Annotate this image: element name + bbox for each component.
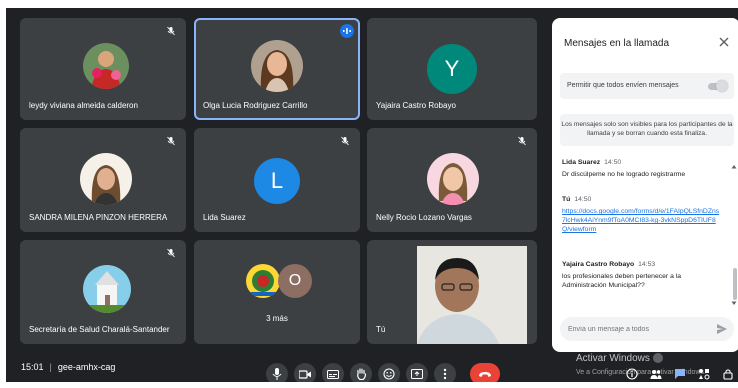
more-participants-label: 3 más [266, 314, 288, 323]
self-view-tile[interactable]: Tú [367, 240, 537, 344]
people-icon[interactable] [650, 368, 662, 380]
chat-scrollbar[interactable] [733, 268, 737, 300]
emoji-button[interactable] [378, 363, 400, 382]
participant-tile-active[interactable]: Olga Lucia Rodriguez Carrillo [194, 18, 360, 120]
hang-up-icon [479, 371, 491, 377]
camera-icon [299, 369, 311, 379]
message-time: 14:50 [604, 159, 622, 166]
participant-avatar [251, 40, 303, 92]
meeting-time: 15:01 [21, 362, 44, 372]
present-icon [411, 369, 423, 379]
chat-compose [560, 317, 734, 341]
windows-activation-title: Activar Windows [576, 353, 663, 364]
raise-hand-icon [356, 368, 366, 380]
separator: | [49, 362, 52, 372]
chat-notice: Los mensajes solo son visibles para los … [560, 114, 734, 146]
emoji-icon [383, 368, 395, 380]
chat-message-input[interactable] [568, 322, 708, 336]
participant-name: Olga Lucia Rodriguez Carrillo [203, 101, 308, 110]
participant-name: leydy viviana almeida calderon [29, 101, 138, 110]
participant-name: Nelly Rocio Lozano Vargas [376, 213, 472, 222]
camera-button[interactable] [294, 363, 316, 382]
message-sender: Yajaira Castro Robayo [562, 261, 635, 268]
permit-messages-toggle[interactable] [706, 80, 728, 92]
send-icon[interactable] [716, 323, 728, 335]
meeting-code: gee-amhx-cag [57, 362, 116, 372]
chat-icon[interactable] [674, 368, 686, 380]
info-icon[interactable] [626, 368, 638, 380]
self-video [387, 246, 527, 344]
mic-off-icon [341, 136, 349, 146]
windows-activation-text: Ve a Configuración para activar Windows. [576, 369, 706, 376]
meet-window: leydy viviana almeida calderon Olga Luci… [6, 8, 738, 382]
chat-panel: Mensajes en la llamada Permitir que todo… [552, 18, 738, 352]
participant-initial-avatar: Y [427, 44, 477, 94]
scroll-down-icon[interactable] [731, 300, 737, 306]
chat-message: Lida Suarez 14:50 Dr discúlpeme no he log… [562, 158, 722, 179]
raise-hand-button[interactable] [350, 363, 372, 382]
chat-message: Tú 14:50 https://docs.google.com/forms/d/… [562, 195, 722, 234]
more-participants-tile[interactable]: O 3 más [194, 240, 360, 344]
screenshot-frame: leydy viviana almeida calderon Olga Luci… [0, 0, 738, 388]
audio-level-icon [340, 24, 354, 38]
meeting-info: 15:01 | gee-amhx-cag [21, 362, 115, 372]
participant-tile[interactable]: SANDRA MILENA PINZON HERRERA [20, 128, 186, 232]
scroll-up-icon[interactable] [731, 164, 737, 170]
toggle-thumb [716, 80, 728, 92]
activities-icon[interactable] [698, 368, 710, 380]
captions-icon [327, 369, 339, 379]
participant-avatar [427, 153, 479, 205]
message-time: 14:53 [638, 261, 656, 268]
permit-messages-label: Permitir que todos envíen mensajes [567, 82, 679, 89]
chat-title: Mensajes en la llamada [564, 38, 670, 49]
message-sender: Tú [562, 196, 571, 203]
participant-avatar [83, 265, 131, 313]
message-link[interactable]: https://docs.google.com/forms/d/e/1FAIpQ… [562, 207, 722, 234]
participant-initial-avatar: O [278, 264, 312, 298]
participant-name: SANDRA MILENA PINZON HERRERA [29, 213, 168, 222]
mic-off-icon [167, 136, 175, 146]
participant-tile[interactable]: L Lida Suarez [194, 128, 360, 232]
captions-button[interactable] [322, 363, 344, 382]
close-icon[interactable] [718, 36, 730, 48]
participant-tile[interactable]: leydy viviana almeida calderon [20, 18, 186, 120]
participant-tile[interactable]: Nelly Rocio Lozano Vargas [367, 128, 537, 232]
message-text: Dr discúlpeme no he logrado registrarme [562, 171, 686, 178]
hang-up-button[interactable] [470, 363, 500, 382]
message-text: los profesionales deben pertenecer a la … [562, 273, 682, 289]
mic-off-icon [167, 26, 175, 36]
mic-off-icon [518, 136, 526, 146]
more-options-icon [443, 368, 447, 380]
present-button[interactable] [406, 363, 428, 382]
participant-name: Lida Suarez [203, 213, 246, 222]
permit-messages-row: Permitir que todos envíen mensajes [560, 73, 734, 99]
participant-initial-avatar: L [254, 158, 300, 204]
participant-avatar [246, 264, 280, 298]
lock-icon[interactable] [722, 368, 734, 380]
participant-avatar [83, 43, 129, 89]
participant-avatar [80, 153, 132, 205]
message-sender: Lida Suarez [562, 159, 601, 166]
microphone-button[interactable] [266, 363, 288, 382]
message-time: 14:50 [574, 196, 592, 203]
participant-name: Secretaría de Salud Charalá-Santander [29, 325, 170, 334]
participant-tile[interactable]: Secretaría de Salud Charalá-Santander [20, 240, 186, 344]
participant-name: Tú [376, 325, 386, 334]
participant-tile[interactable]: Y Yajaira Castro Robayo [367, 18, 537, 120]
chat-message: Yajaira Castro Robayo 14:53 los profesion… [562, 260, 722, 290]
participant-name: Yajaira Castro Robayo [376, 101, 456, 110]
notification-badge [652, 353, 663, 364]
more-options-button[interactable] [434, 363, 456, 382]
chat-messages: Lida Suarez 14:50 Dr discúlpeme no he log… [562, 158, 730, 308]
mic-off-icon [167, 248, 175, 258]
microphone-icon [272, 368, 282, 380]
